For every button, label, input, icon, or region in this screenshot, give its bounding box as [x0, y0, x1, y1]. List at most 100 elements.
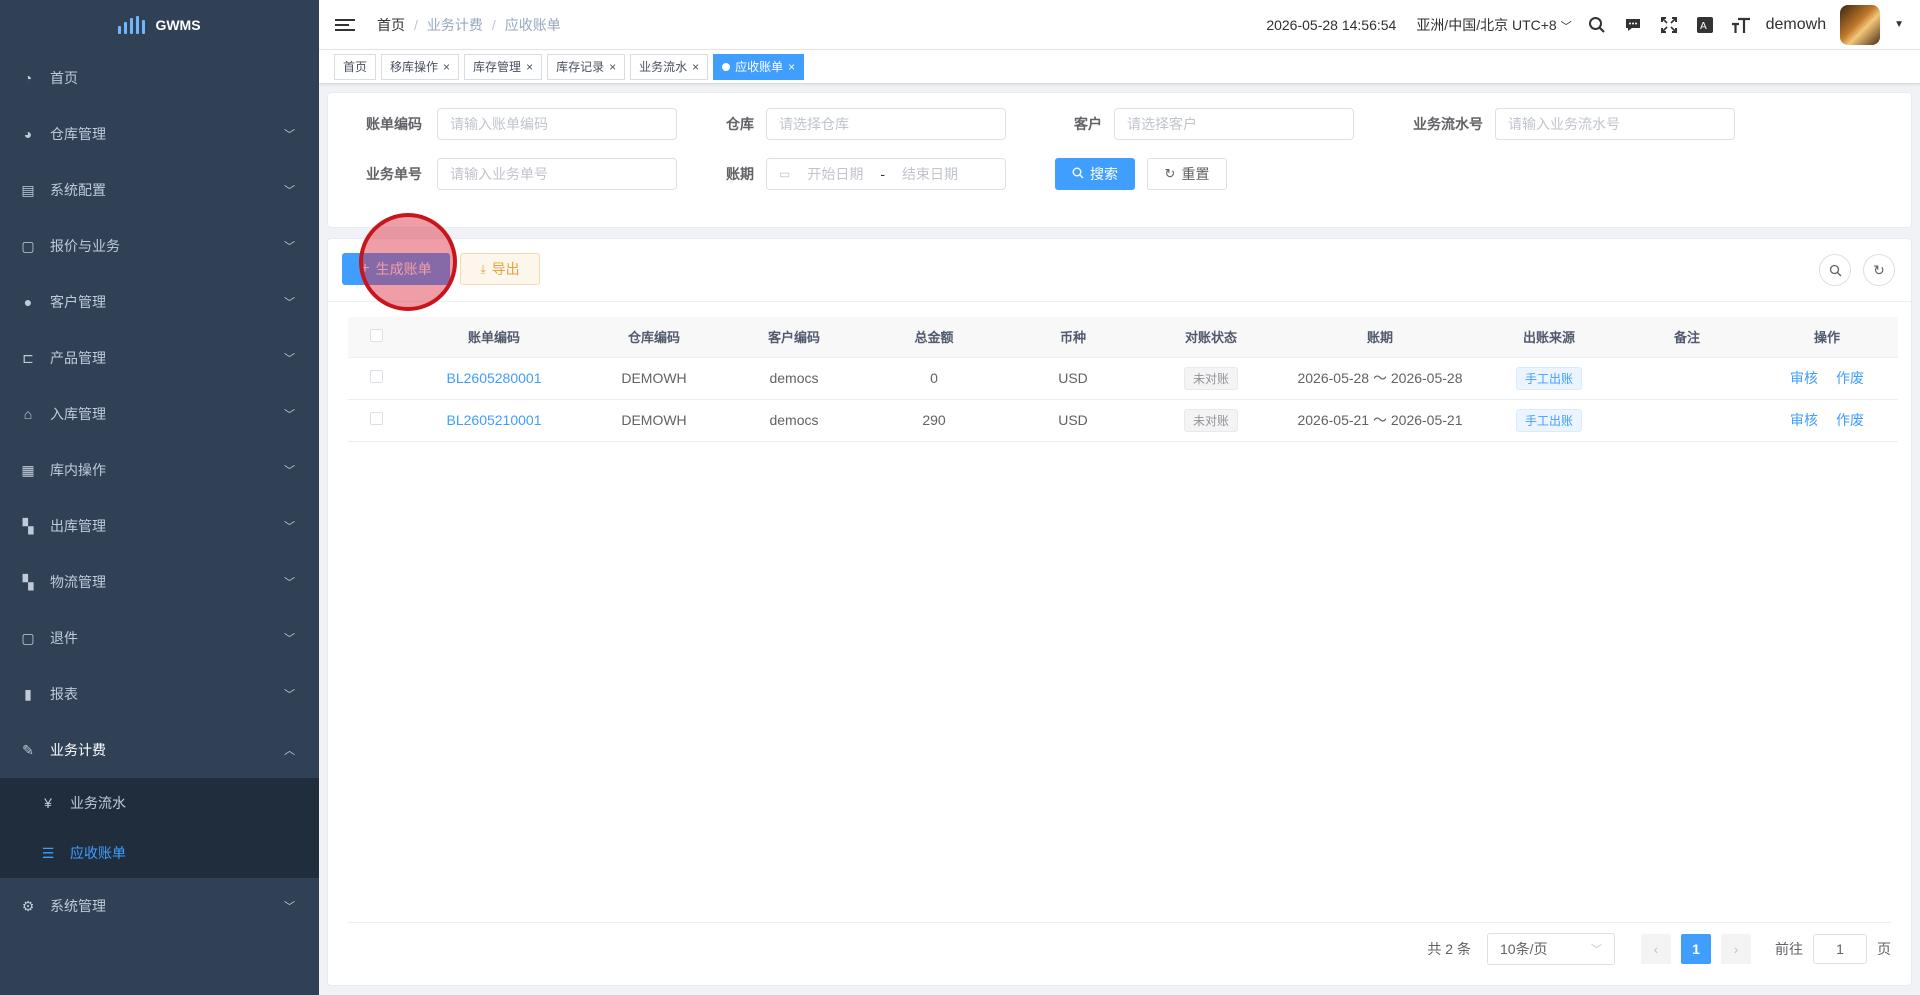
- close-icon[interactable]: ×: [526, 60, 533, 74]
- hamburger-icon[interactable]: [335, 15, 355, 35]
- grid-icon: ▚: [22, 573, 34, 590]
- message-icon[interactable]: [1622, 14, 1644, 36]
- main-area: 首页 / 业务计费 / 应收账单 2026-05-28 14:56:54 亚洲/…: [319, 0, 1920, 995]
- column-header: 出账来源: [1480, 317, 1618, 358]
- search-icon: [1829, 264, 1841, 276]
- sidebar-item-logistics[interactable]: ▚ 物流管理 ﹀: [0, 554, 319, 610]
- sidebar-item-inbound[interactable]: ⌂ 入库管理 ﹀: [0, 386, 319, 442]
- actions-cell: 审核 作废: [1756, 357, 1898, 400]
- sidebar-item-system-admin[interactable]: ⚙ 系统管理 ﹀: [0, 878, 319, 934]
- page-number-current[interactable]: 1: [1681, 934, 1711, 964]
- void-button[interactable]: 作废: [1836, 370, 1864, 386]
- font-size-icon[interactable]: [1730, 14, 1752, 36]
- search-button-label: 搜索: [1090, 166, 1118, 182]
- bill-code-link[interactable]: BL2605280001: [447, 370, 542, 386]
- period-date-range[interactable]: ▭ 开始日期 - 结束日期: [766, 158, 1006, 190]
- end-date-input[interactable]: 结束日期: [895, 164, 965, 184]
- tag-inventory[interactable]: 库存管理 ×: [464, 53, 543, 80]
- sidebar-item-outbound[interactable]: ▚ 出库管理 ﹀: [0, 498, 319, 554]
- sidebar-item-reports[interactable]: ▮ 报表 ﹀: [0, 666, 319, 722]
- goto-page-input[interactable]: 1: [1813, 934, 1867, 964]
- goto-label: 前往: [1775, 941, 1803, 957]
- sidebar-item-billing[interactable]: ✎ 业务计费 ︿: [0, 722, 319, 778]
- globe-icon: ◕: [23, 126, 33, 142]
- row-checkbox[interactable]: [369, 412, 383, 425]
- sidebar-item-product[interactable]: ⊏ 产品管理 ﹀: [0, 330, 319, 386]
- cart-icon: ⊏: [22, 349, 34, 366]
- tag-home[interactable]: 首页: [334, 53, 377, 80]
- export-button[interactable]: ⤓ 导出: [460, 253, 540, 285]
- tags-view: 首页 移库操作 × 库存管理 × 库存记录 × 业务流水 × 应收账单 ×: [319, 50, 1920, 84]
- sidebar-item-system-config[interactable]: ▤ 系统配置 ﹀: [0, 162, 319, 218]
- chevron-down-icon: ﹀: [284, 353, 295, 365]
- app-logo[interactable]: GWMS: [0, 0, 319, 50]
- prev-page-button[interactable]: ‹: [1641, 934, 1671, 964]
- chevron-down-icon: ﹀: [284, 521, 295, 533]
- current-datetime: 2026-05-28 14:56:54: [1266, 16, 1397, 33]
- table-icon: ▦: [21, 461, 35, 478]
- void-button[interactable]: 作废: [1836, 412, 1864, 428]
- close-icon[interactable]: ×: [788, 60, 795, 74]
- bill-code-link[interactable]: BL2605210001: [447, 412, 542, 428]
- generate-bill-button[interactable]: + 生成账单: [342, 253, 450, 285]
- search-icon: [1072, 166, 1084, 182]
- refresh-icon: ↻: [1164, 166, 1176, 181]
- order-number-input[interactable]: 请输入业务单号: [437, 158, 677, 190]
- bill-code-input[interactable]: 请输入账单编码: [437, 108, 677, 140]
- customer-select[interactable]: 请选择客户: [1114, 108, 1354, 140]
- close-icon[interactable]: ×: [609, 60, 616, 74]
- page-size-select[interactable]: 10条/页 ﹀: [1487, 933, 1615, 965]
- sidebar-item-receivable-bill[interactable]: ☰ 应收账单: [0, 828, 319, 878]
- toggle-search-button[interactable]: [1819, 254, 1851, 286]
- table-row: BL2605280001 DEMOWH democs 0 USD 未对账 202…: [348, 357, 1898, 400]
- user-icon: ●: [23, 294, 33, 310]
- translate-icon[interactable]: A: [1694, 14, 1716, 36]
- tag-receivable-bill[interactable]: 应收账单 ×: [713, 53, 805, 80]
- yen-icon: ¥: [44, 795, 52, 811]
- tag-label: 移库操作: [390, 60, 439, 74]
- tag-inventory-record[interactable]: 库存记录 ×: [547, 53, 626, 80]
- close-icon[interactable]: ×: [692, 60, 699, 74]
- search-button[interactable]: 搜索: [1055, 158, 1135, 190]
- audit-button[interactable]: 审核: [1790, 370, 1818, 386]
- sidebar-item-customer[interactable]: ● 客户管理 ﹀: [0, 274, 319, 330]
- next-page-button[interactable]: ›: [1721, 934, 1751, 964]
- row-checkbox[interactable]: [369, 370, 383, 383]
- search-icon[interactable]: [1586, 14, 1608, 36]
- chevron-down-icon: ﹀: [284, 633, 295, 645]
- tag-label: 库存管理: [473, 60, 522, 74]
- sidebar-item-label: 业务流水: [70, 795, 126, 811]
- sidebar-item-business-flow[interactable]: ¥ 业务流水: [0, 778, 319, 828]
- customer-code-cell: democs: [724, 399, 864, 442]
- grid-icon: ▚: [22, 517, 34, 534]
- sidebar-item-warehouse[interactable]: ◕ 仓库管理 ﹀: [0, 106, 319, 162]
- breadcrumb-home[interactable]: 首页: [377, 15, 405, 35]
- status-badge: 未对账: [1183, 366, 1238, 390]
- sidebar-item-quote-business[interactable]: ▢ 报价与业务 ﹀: [0, 218, 319, 274]
- column-header: 账单编码: [404, 317, 584, 358]
- tag-business-flow[interactable]: 业务流水 ×: [630, 53, 709, 80]
- column-header: 客户编码: [724, 317, 864, 358]
- reset-button[interactable]: ↻ 重置: [1147, 158, 1227, 190]
- chevron-up-icon: ︿: [284, 745, 295, 757]
- audit-button[interactable]: 审核: [1790, 412, 1818, 428]
- start-date-input[interactable]: 开始日期: [800, 164, 870, 184]
- sidebar-item-home[interactable]: ◔ 首页: [0, 50, 319, 106]
- warehouse-select[interactable]: 请选择仓库: [766, 108, 1006, 140]
- server-icon: ▤: [21, 181, 35, 198]
- close-icon[interactable]: ×: [443, 60, 450, 74]
- caret-down-icon[interactable]: ▼: [1894, 19, 1904, 30]
- timezone-select[interactable]: 亚洲/中国/北京 UTC+8 ﹀: [1416, 15, 1571, 35]
- fullscreen-icon[interactable]: [1658, 14, 1680, 36]
- user-name[interactable]: demowh: [1766, 16, 1826, 34]
- status-cell: 未对账: [1142, 399, 1280, 442]
- tag-move[interactable]: 移库操作 ×: [381, 53, 460, 80]
- source-cell: 手工出账: [1480, 399, 1618, 442]
- refresh-button[interactable]: ↻: [1863, 254, 1895, 286]
- flow-number-input[interactable]: 请输入业务流水号: [1495, 108, 1735, 140]
- sidebar-item-inventory-ops[interactable]: ▦ 库内操作 ﹀: [0, 442, 319, 498]
- chevron-down-icon: ﹀: [284, 241, 295, 253]
- sidebar-item-returns[interactable]: ▢ 退件 ﹀: [0, 610, 319, 666]
- select-all-checkbox[interactable]: [369, 328, 383, 342]
- avatar[interactable]: [1840, 4, 1881, 45]
